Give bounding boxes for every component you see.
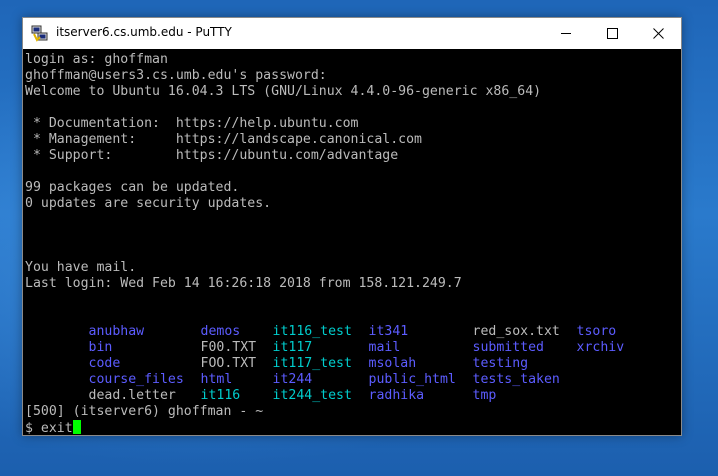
prompt-info: [500] (itserver6) ghoffman - ~	[25, 404, 264, 419]
minimize-icon	[561, 33, 571, 34]
window-title: itserver6.cs.umb.edu - PuTTY	[56, 25, 232, 39]
terminal-line: * Management: https://landscape.canonica…	[25, 132, 422, 147]
listing-entry: tsoro	[576, 324, 617, 339]
listing-entry: msolah	[368, 356, 417, 371]
listing-entry: F00.TXT	[200, 340, 257, 355]
terminal-line: ghoffman@users3.cs.umb.edu's password:	[25, 68, 327, 83]
listing-entry: course_files	[88, 372, 184, 387]
prompt-text: $ exit	[25, 421, 73, 435]
listing-entry: bin	[88, 340, 113, 355]
close-button[interactable]	[635, 18, 681, 49]
listing-entry: it341	[368, 324, 409, 339]
listing-entry: it244	[272, 372, 313, 387]
desktop: { "window": { "title": "itserver6.cs.umb…	[0, 0, 718, 476]
listing-entry: it116	[200, 388, 241, 403]
text-cursor	[72, 420, 81, 434]
listing-entry: it116_test	[272, 324, 352, 339]
terminal-line: login as: ghoffman	[25, 52, 168, 67]
terminal-line: * Support: https://ubuntu.com/advantage	[25, 148, 399, 163]
listing-entry: testing	[472, 356, 529, 371]
terminal-area[interactable]: login as: ghoffman ghoffman@users3.cs.um…	[23, 49, 681, 435]
terminal-line: * Documentation: https://help.ubuntu.com	[25, 116, 359, 131]
terminal-line: Welcome to Ubuntu 16.04.3 LTS (GNU/Linux…	[25, 84, 542, 99]
terminal-line: 99 packages can be updated.	[25, 180, 240, 195]
terminal-line: You have mail.	[25, 260, 137, 275]
listing-entry: anubhaw	[88, 324, 145, 339]
maximize-icon	[607, 28, 618, 39]
listing-entry: dead.letter	[88, 388, 176, 403]
listing-entry: tmp	[472, 388, 497, 403]
terminal-line: 0 updates are security updates.	[25, 196, 272, 211]
listing-entry: radhika	[368, 388, 425, 403]
listing-entry: code	[88, 356, 121, 371]
command-line[interactable]: $ exit	[25, 420, 633, 435]
close-icon	[653, 28, 664, 39]
putty-window: itserver6.cs.umb.edu - PuTTY login as: g…	[22, 17, 682, 436]
terminal-output: login as: ghoffman ghoffman@users3.cs.um…	[25, 52, 633, 435]
listing-entry: it117_test	[272, 356, 352, 371]
listing-entry: submitted	[472, 340, 544, 355]
listing-entry: it244_test	[272, 388, 352, 403]
terminal-line: Last login: Wed Feb 14 16:26:18 2018 fro…	[25, 276, 462, 291]
listing-entry: demos	[200, 324, 241, 339]
minimize-button[interactable]	[543, 18, 589, 49]
listing-entry: tests_taken	[472, 372, 560, 387]
listing-entry: mail	[368, 340, 401, 355]
listing-entry: html	[200, 372, 233, 387]
title-bar[interactable]: itserver6.cs.umb.edu - PuTTY	[23, 18, 681, 49]
maximize-button[interactable]	[589, 18, 635, 49]
listing-entry: public_html	[368, 372, 456, 387]
putty-icon[interactable]	[31, 25, 48, 42]
listing-entry: xrchiv	[576, 340, 625, 355]
listing-entry: it117	[272, 340, 313, 355]
listing-entry: FOO.TXT	[200, 356, 257, 371]
listing-entry: red_sox.txt	[472, 324, 560, 339]
listing-row: anubhaw demos it116_test it341 red_sox.txt ts…	[25, 308, 633, 339]
